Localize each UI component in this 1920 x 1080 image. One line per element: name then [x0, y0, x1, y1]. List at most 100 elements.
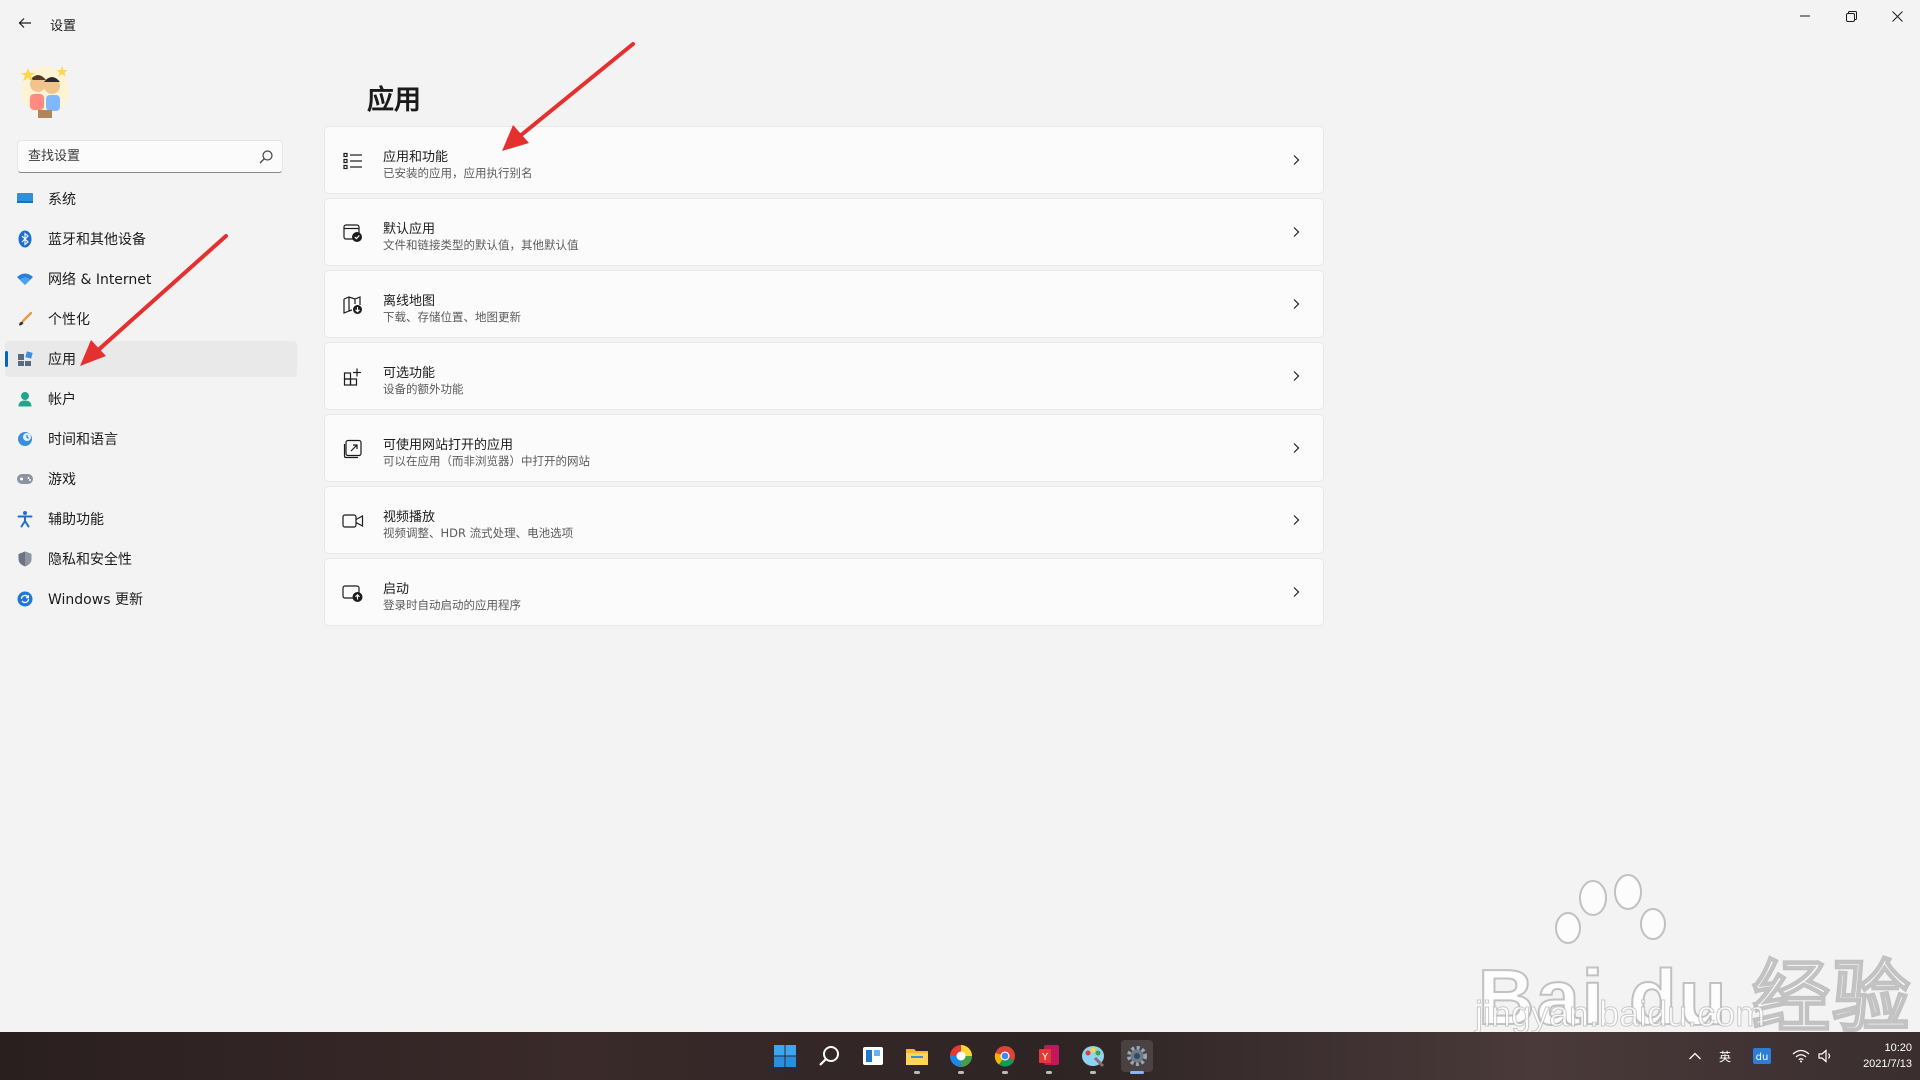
card-subtitle: 视频调整、HDR 流式处理、电池选项 [383, 526, 574, 540]
search-input[interactable] [18, 141, 248, 172]
settings-card-list: 应用和功能 已安装的应用，应用执行别名 默认应用 文件和链接类型的默认值，其他默… [324, 126, 1324, 630]
add-feature-icon [342, 366, 364, 388]
minimize-button[interactable] [1782, 0, 1828, 32]
monitor-icon [15, 189, 35, 209]
file-explorer-button[interactable] [901, 1040, 933, 1074]
close-button[interactable] [1874, 0, 1920, 32]
colorful-app-button[interactable] [945, 1040, 977, 1074]
card-apps-features[interactable]: 应用和功能 已安装的应用，应用执行别名 [324, 126, 1324, 194]
chevron-right-icon [1293, 155, 1300, 165]
paint-app-button[interactable] [1077, 1040, 1109, 1074]
sidebar-item-network[interactable]: 网络 & Internet [5, 261, 297, 297]
baidu-tray-icon: du [1753, 1048, 1771, 1064]
card-title: 应用和功能 [383, 150, 449, 165]
brush-icon [15, 309, 35, 329]
person-icon [15, 389, 35, 409]
card-offline-maps[interactable]: 离线地图 下载、存储位置、地图更新 [324, 270, 1324, 338]
card-optional-features[interactable]: 可选功能 设备的额外功能 [324, 342, 1324, 410]
sidebar-item-bluetooth[interactable]: 蓝牙和其他设备 [5, 221, 297, 257]
back-arrow-icon [18, 18, 31, 28]
sidebar-item-label: 系统 [48, 192, 76, 208]
sidebar-item-label: 个性化 [48, 312, 90, 328]
sidebar-item-label: 蓝牙和其他设备 [48, 232, 146, 248]
office-app-icon: Y [1039, 1045, 1059, 1065]
apps-icon [15, 349, 35, 369]
card-title: 视频播放 [383, 510, 436, 525]
sidebar-item-accounts[interactable]: 帐户 [5, 381, 297, 417]
list-icon [342, 150, 364, 172]
card-subtitle: 已安装的应用，应用执行别名 [383, 166, 533, 180]
chevron-right-icon [1293, 227, 1300, 237]
chevron-right-icon [1293, 515, 1300, 525]
watermark-url: jingyan.baidu.com [1474, 993, 1766, 1035]
sidebar-item-apps[interactable]: 应用 [5, 341, 297, 377]
default-app-icon [342, 222, 364, 244]
card-default-apps[interactable]: 默认应用 文件和链接类型的默认值，其他默认值 [324, 198, 1324, 266]
ime-indicator[interactable]: 英 [1719, 1032, 1731, 1080]
network-tray-button[interactable] [1792, 1032, 1810, 1080]
gamepad-icon [15, 469, 35, 489]
taskbar-search-button[interactable] [813, 1040, 845, 1072]
sidebar-item-time-language[interactable]: 时间和语言 [5, 421, 297, 457]
globe-clock-icon [15, 429, 35, 449]
restore-icon [1845, 10, 1857, 22]
volume-tray-button[interactable] [1818, 1032, 1834, 1080]
chevron-right-icon [1293, 371, 1300, 381]
settings-icon [1127, 1046, 1147, 1066]
sidebar-item-label: 帐户 [48, 392, 76, 408]
chrome-icon [994, 1046, 1015, 1067]
chrome-button[interactable] [989, 1040, 1021, 1074]
sidebar-item-personalization[interactable]: 个性化 [5, 301, 297, 337]
minimize-icon [1800, 15, 1810, 17]
card-title: 可选功能 [383, 366, 436, 381]
start-button[interactable] [769, 1040, 801, 1072]
avatar[interactable] [18, 62, 72, 120]
windows-start-icon [774, 1045, 796, 1067]
widgets-button[interactable] [857, 1040, 889, 1072]
colorful-app-icon [950, 1045, 972, 1067]
bluetooth-icon [15, 229, 35, 249]
svg-text:Y: Y [1041, 1052, 1049, 1063]
sidebar-item-windows-update[interactable]: Windows 更新 [5, 581, 297, 617]
user-avatar-icon [21, 66, 69, 118]
open-external-icon [342, 438, 364, 460]
sidebar-item-privacy[interactable]: 隐私和安全性 [5, 541, 297, 577]
sidebar-nav: 系统 蓝牙和其他设备 网络 & Internet 个性化 应用 帐户 时间和语言… [5, 181, 297, 621]
card-title: 可使用网站打开的应用 [383, 438, 514, 453]
card-title: 默认应用 [383, 222, 436, 237]
office-app-button[interactable]: Y [1033, 1040, 1065, 1074]
clock-date: 2021/7/13 [1863, 1058, 1912, 1070]
widgets-icon [863, 1047, 883, 1065]
card-apps-for-websites[interactable]: 可使用网站打开的应用 可以在应用（而非浏览器）中打开的网站 [324, 414, 1324, 482]
search-icon [819, 1046, 839, 1066]
page-title: 应用 [367, 85, 421, 116]
card-subtitle: 下载、存储位置、地图更新 [383, 310, 521, 324]
card-subtitle: 可以在应用（而非浏览器）中打开的网站 [383, 454, 590, 468]
card-subtitle: 文件和链接类型的默认值，其他默认值 [383, 238, 579, 252]
taskbar-clock[interactable]: 10:20 2021/7/13 [1846, 1040, 1912, 1072]
video-icon [342, 510, 364, 532]
sidebar-item-system[interactable]: 系统 [5, 181, 297, 217]
settings-taskbar-button[interactable] [1121, 1040, 1153, 1074]
map-icon [342, 294, 364, 316]
sidebar-item-label: 隐私和安全性 [48, 552, 132, 568]
sidebar-item-label: Windows 更新 [48, 592, 143, 608]
back-button[interactable] [12, 10, 38, 36]
title-bar: 设置 [0, 0, 1920, 48]
baidu-tray-button[interactable]: du [1753, 1032, 1771, 1080]
restore-button[interactable] [1828, 0, 1874, 32]
search-box [17, 140, 283, 173]
sidebar-item-gaming[interactable]: 游戏 [5, 461, 297, 497]
chevron-right-icon [1293, 299, 1300, 309]
search-icon[interactable] [258, 149, 274, 165]
wifi-icon [15, 269, 35, 289]
paint-app-icon [1082, 1046, 1105, 1068]
card-video-playback[interactable]: 视频播放 视频调整、HDR 流式处理、电池选项 [324, 486, 1324, 554]
card-subtitle: 设备的额外功能 [383, 382, 464, 396]
card-title: 离线地图 [383, 294, 436, 309]
tray-overflow-button[interactable] [1688, 1032, 1702, 1080]
card-startup[interactable]: 启动 登录时自动启动的应用程序 [324, 558, 1324, 626]
chevron-right-icon [1293, 587, 1300, 597]
sidebar-item-accessibility[interactable]: 辅助功能 [5, 501, 297, 537]
svg-text:du: du [1756, 1052, 1769, 1063]
